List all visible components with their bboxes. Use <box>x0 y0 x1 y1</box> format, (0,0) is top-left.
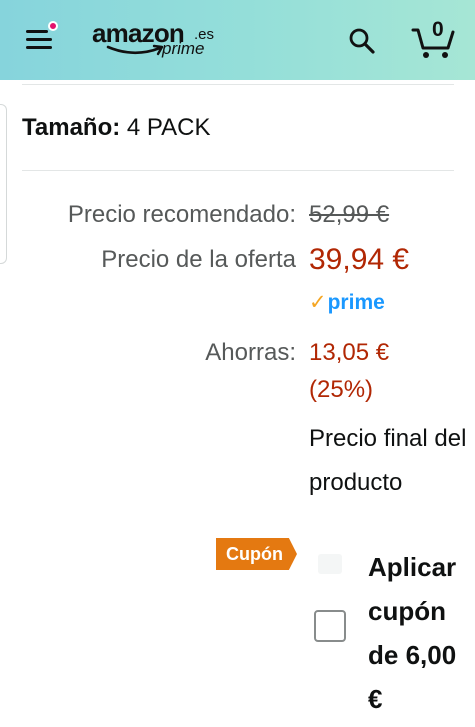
prime-badge: ✓prime <box>309 290 385 315</box>
menu-icon-line <box>26 38 52 41</box>
top-nav-bar: amazon .es prime 0 <box>0 0 475 80</box>
coupon-badge: Cupón <box>216 538 297 570</box>
list-price-label: Precio recomendado: <box>67 201 296 228</box>
apply-coupon-checkbox[interactable] <box>314 610 346 642</box>
cart-button[interactable]: 0 <box>410 18 456 60</box>
side-panel-edge <box>0 104 7 264</box>
savings-percent: (25%) <box>309 376 374 403</box>
smile-arrow-icon <box>106 44 164 56</box>
search-button[interactable] <box>348 27 376 55</box>
deal-price: 39,94 € <box>309 243 410 276</box>
prime-label: prime <box>327 291 385 314</box>
list-price: 52,99 € <box>309 201 390 228</box>
size-selection: Tamaño: 4 PACK <box>22 114 211 142</box>
coupon-placeholder <box>318 554 342 574</box>
size-label: Tamaño: <box>22 114 121 141</box>
amazon-prime-logo[interactable]: amazon .es prime <box>92 18 232 64</box>
savings-amount: 13,05 € <box>309 339 390 366</box>
deal-price-label: Precio de la oferta <box>101 246 296 273</box>
cart-count: 0 <box>432 18 444 41</box>
prime-check-icon: ✓ <box>309 291 327 314</box>
savings-label: Ahorras: <box>205 339 296 366</box>
search-icon <box>349 28 375 54</box>
divider <box>22 170 454 171</box>
apply-coupon-label[interactable]: Aplicar cupón de 6,00 € <box>368 545 468 721</box>
menu-icon-line <box>26 46 52 49</box>
menu-button[interactable] <box>26 21 58 52</box>
size-value: 4 PACK <box>126 114 211 141</box>
divider <box>22 84 454 85</box>
logo-prime: prime <box>162 39 205 58</box>
final-price-note: Precio final del producto <box>309 425 467 496</box>
notification-dot <box>48 21 58 31</box>
menu-icon <box>26 30 48 33</box>
